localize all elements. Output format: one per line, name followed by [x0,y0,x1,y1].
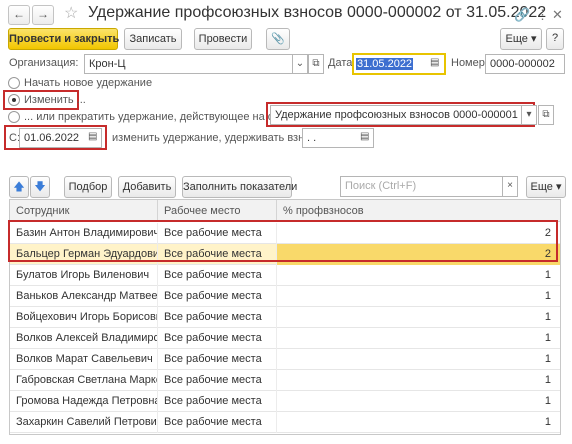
employee-cell[interactable]: Волков Алексей Владимирович [10,328,158,349]
post-button[interactable]: Провести [194,28,252,50]
column-workplace[interactable]: Рабочее место [158,200,277,222]
base-document-dropdown-button[interactable]: ▾ [521,105,537,125]
forward-button[interactable]: → [32,5,54,25]
percent-cell[interactable]: 1 [277,349,560,370]
fill-indicators-button[interactable]: Заполнить показатели [182,176,297,198]
calendar-icon[interactable]: ▤ [88,131,97,142]
arrow-down-icon: 🡇 [34,181,46,193]
base-document-field[interactable]: Удержание профсоюзных взносов 0000-00000… [270,105,522,125]
change-label: Изменить ... [24,94,86,106]
percent-cell[interactable]: 1 [277,391,560,412]
attach-button[interactable]: 📎 [266,28,290,50]
post-and-close-button[interactable]: Провести и закрыть [8,28,119,50]
chevron-down-icon: ▾ [526,109,532,120]
chevron-down-icon: ▾ [555,181,562,193]
arrow-up-icon: 🡅 [13,181,25,193]
link-icon[interactable]: 🔗 [514,7,530,23]
base-document-open-button[interactable]: ⧉ [538,105,554,125]
number-label: Номер: [451,57,488,69]
open-icon: ⧉ [542,109,550,120]
organization-open-button[interactable]: ⧉ [308,54,324,74]
percent-cell[interactable]: 1 [277,307,560,328]
open-icon: ⧉ [312,58,320,69]
search-clear-button[interactable]: × [502,176,518,197]
employee-cell[interactable]: Волков Марат Савельевич [10,349,158,370]
table-more-label: Еще [530,181,553,193]
change-radio[interactable] [8,94,20,106]
chevron-down-icon: ⌄ [295,58,305,69]
employee-cell[interactable]: Габровская Светлана Марковна [10,370,158,391]
percent-cell[interactable]: 1 [277,265,560,286]
table-header: Сотрудник Рабочее место % профвзносов [10,200,560,222]
organization-label: Организация: [9,57,79,69]
table-row[interactable]: Захаркин Савелий Петрович Все рабочие мес… [10,412,560,433]
new-deduction-radio[interactable] [8,77,20,89]
calendar-icon[interactable]: ▤ [430,57,439,68]
employee-cell[interactable]: Ваньков Александр Матвеевич [10,286,158,307]
organization-dropdown-button[interactable]: ⌄ [292,54,308,74]
employee-cell[interactable]: Захаркин Савелий Петрович [10,412,158,433]
employee-cell[interactable]: Громова Надежда Петровна [10,391,158,412]
move-down-button[interactable]: 🡇 [30,176,50,198]
save-button[interactable]: Записать [124,28,182,50]
more-button[interactable]: Еще ▾ [500,28,542,50]
employee-cell[interactable]: Булатов Игорь Виленович [10,265,158,286]
table-row[interactable]: Ваньков Александр МатвеевичВсе рабочие м… [10,286,560,307]
calendar-icon[interactable]: ▤ [360,131,369,142]
table-row[interactable]: Булатов Игорь Виленович Все рабочие места… [10,265,560,286]
organization-field[interactable]: Крон-Ц [84,54,293,74]
clear-icon: × [507,180,513,191]
search-input[interactable]: Поиск (Ctrl+F) [340,176,503,197]
percent-cell[interactable]: 1 [277,412,560,433]
help-button[interactable]: ? [546,28,564,50]
arrow-right-icon: → [37,7,49,21]
date-value: 31.05.2022 [356,58,414,70]
selected-rows-highlight [8,220,558,262]
favorite-star-icon[interactable]: ☆ [64,3,78,23]
workplace-cell[interactable]: Все рабочие места [158,349,277,370]
help-icon: ? [551,32,559,44]
add-button[interactable]: Добавить [118,176,176,198]
paperclip-icon: 📎 [271,33,285,45]
page-title: Удержание профсоюзных взносов 0000-00000… [88,4,547,21]
move-up-button[interactable]: 🡅 [9,176,29,198]
workplace-cell[interactable]: Все рабочие места [158,370,277,391]
chevron-down-icon: ▾ [530,33,537,45]
close-icon[interactable]: ✕ [552,7,563,23]
select-button[interactable]: Подбор [64,176,112,198]
workplace-cell[interactable]: Все рабочие места [158,307,277,328]
workplace-cell[interactable]: Все рабочие места [158,391,277,412]
arrow-left-icon: ← [13,7,25,21]
column-employee[interactable]: Сотрудник [10,200,158,222]
new-deduction-label: Начать новое удержание [24,77,153,89]
workplace-cell[interactable]: Все рабочие места [158,412,277,433]
table-row[interactable]: Габровская Светлана МарковнаВсе рабочие … [10,370,560,391]
more-vertical-icon[interactable]: ⋮ [536,7,549,23]
workplace-cell[interactable]: Все рабочие места [158,328,277,349]
percent-cell[interactable]: 1 [277,328,560,349]
employee-cell[interactable]: Войцехович Игорь Борисович [10,307,158,328]
table-row[interactable]: Громова Надежда Петровна Все рабочие мест… [10,391,560,412]
table-more-button[interactable]: Еще ▾ [526,176,566,198]
more-label: Еще [505,33,528,45]
percent-cell[interactable]: 1 [277,370,560,391]
back-button[interactable]: ← [8,5,30,25]
workplace-cell[interactable]: Все рабочие места [158,265,277,286]
table-row[interactable]: Войцехович Игорь Борисович Все рабочие ме… [10,307,560,328]
workplace-cell[interactable]: Все рабочие места [158,286,277,307]
percent-cell[interactable]: 1 [277,286,560,307]
number-field[interactable]: 0000-000002 [485,54,565,74]
column-percent[interactable]: % профвзносов [277,200,560,222]
table-row[interactable]: Волков Алексей ВладимировичВсе рабочие м… [10,328,560,349]
stop-radio[interactable] [8,111,20,123]
table-row[interactable]: Волков Марат Савельевич Все рабочие места… [10,349,560,370]
